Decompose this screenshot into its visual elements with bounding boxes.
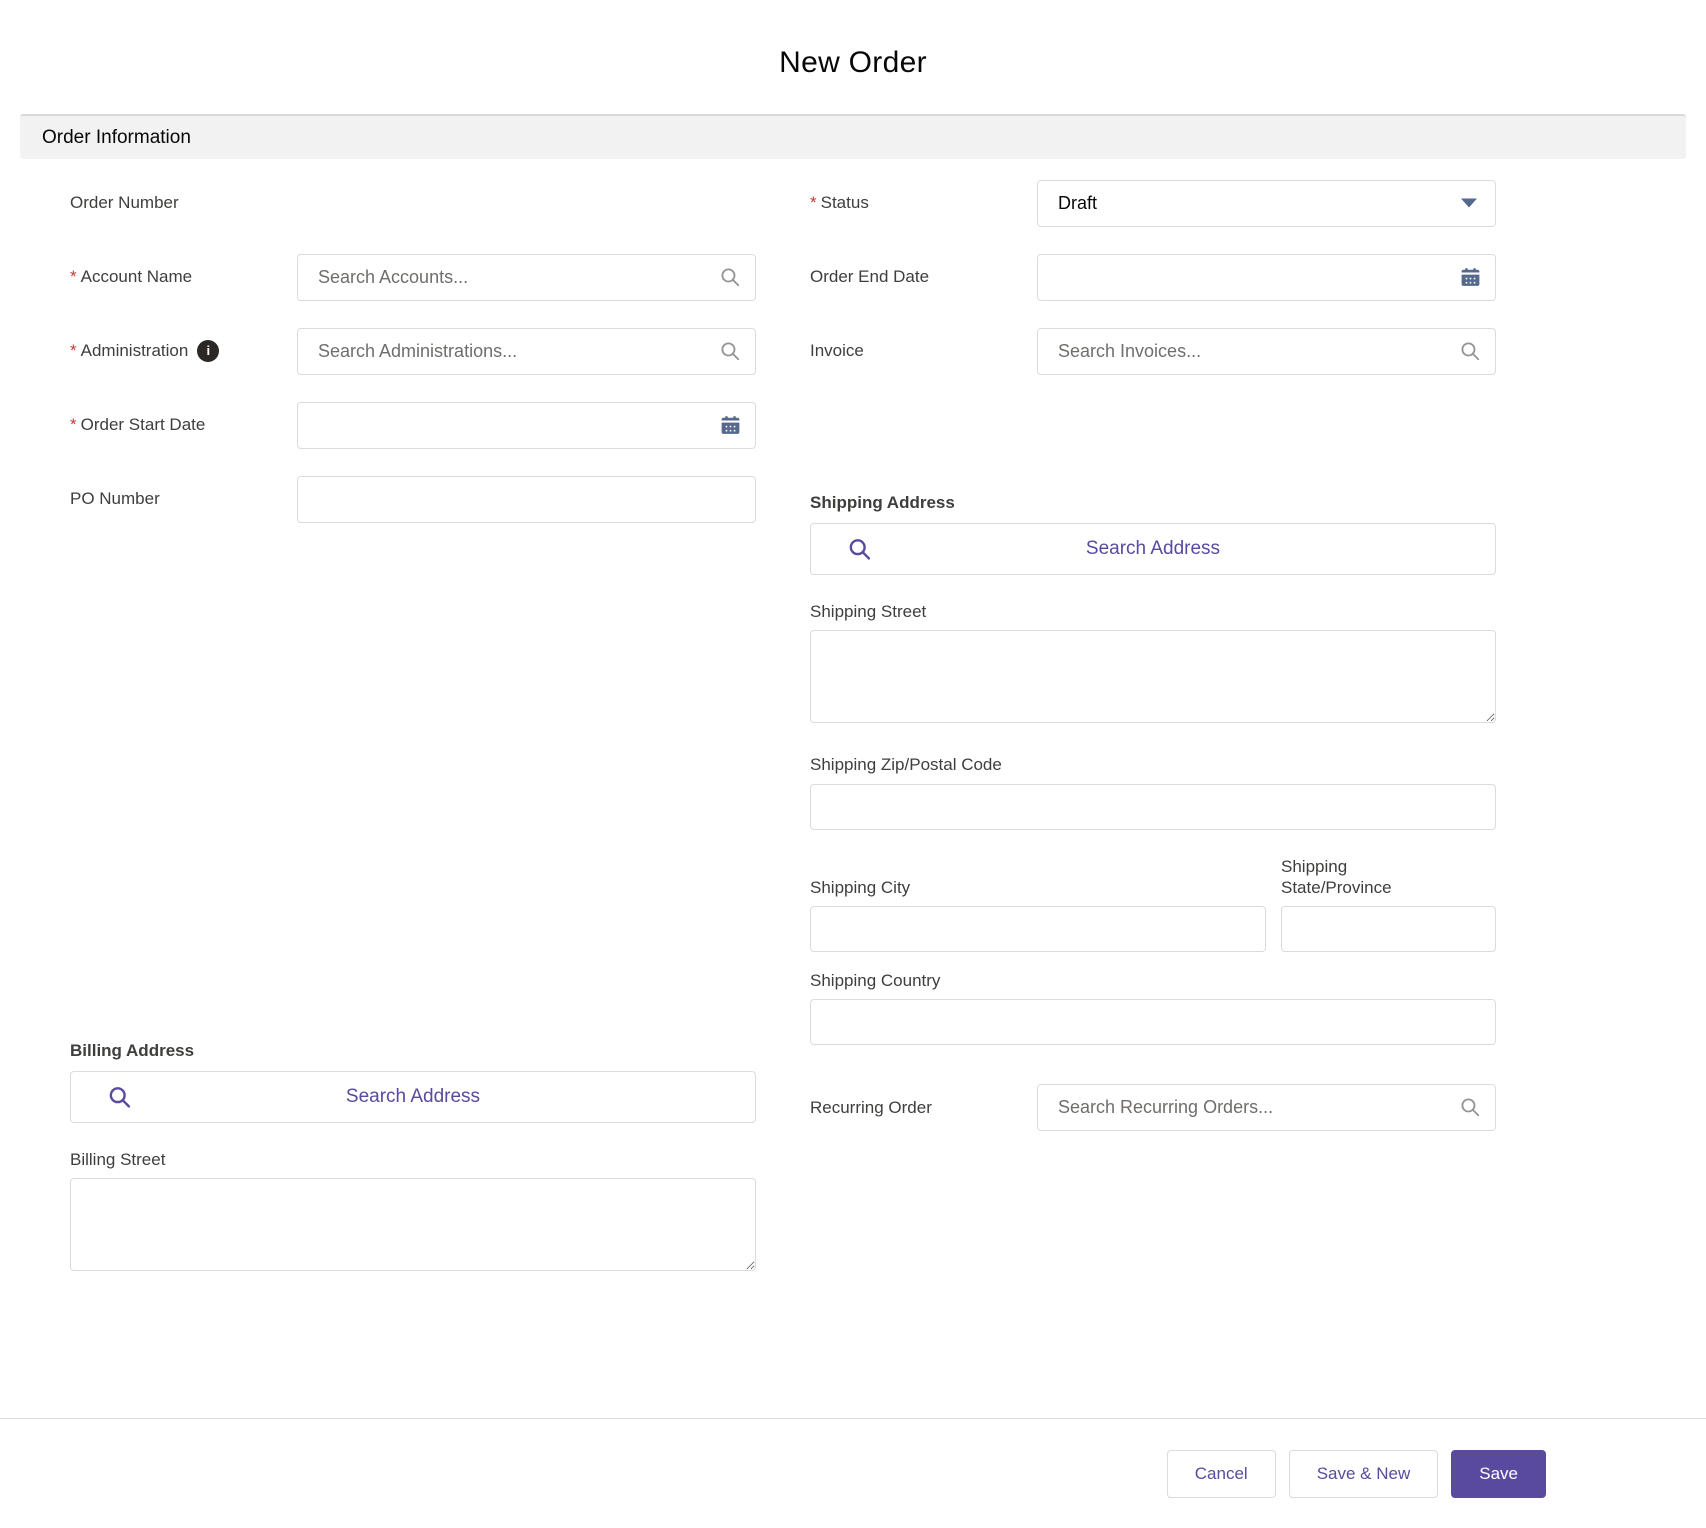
administration-control (297, 327, 756, 375)
shipping-zip-field: Shipping Zip/Postal Code (810, 754, 1496, 830)
billing-street-textarea[interactable] (70, 1178, 756, 1272)
billing-search-address-button[interactable]: Search Address (70, 1071, 756, 1123)
label-text: Order Number (70, 193, 179, 213)
recurring-order-label: Recurring Order (810, 1097, 1037, 1118)
section-header-order-information: Order Information (20, 114, 1686, 159)
order-start-date-control (297, 401, 756, 449)
shipping-state-field: Shipping State/Province (1281, 856, 1496, 952)
left-column: Order Number * Account Name Search Accou… (70, 179, 756, 1276)
invoice-row: Invoice (810, 327, 1496, 375)
status-selected-value: Draft (1058, 192, 1098, 213)
shipping-country-field: Shipping Country (810, 970, 1496, 1046)
label-text: Invoice (810, 341, 864, 361)
po-number-row: PO Number (70, 475, 756, 523)
order-number-label: Order Number (70, 192, 297, 213)
invoice-control (1037, 327, 1496, 375)
required-asterisk: * (70, 267, 77, 287)
search-icon (107, 1085, 132, 1110)
po-number-control (297, 475, 756, 523)
shipping-zip-label: Shipping Zip/Postal Code (810, 755, 1002, 775)
account-name-lookup-input[interactable] (297, 253, 756, 301)
search-address-label: Search Address (345, 1086, 481, 1107)
status-control: Draft (1037, 179, 1496, 227)
order-end-date-input[interactable] (1037, 253, 1496, 301)
required-asterisk: * (70, 341, 77, 361)
administration-lookup-input[interactable] (297, 327, 756, 375)
recurring-order-control (1037, 1083, 1496, 1131)
billing-address-section: Billing Address Search Address Billing S… (70, 1041, 756, 1276)
label-text: PO Number (70, 489, 160, 509)
shipping-street-label: Shipping Street (810, 602, 927, 621)
search-address-label: Search Address (1085, 538, 1221, 559)
shipping-address-section: Shipping Address Search Address Shipping… (810, 493, 1496, 1046)
order-end-date-control (1037, 253, 1496, 301)
search-icon (847, 537, 872, 562)
shipping-country-input[interactable] (810, 999, 1496, 1046)
save-button[interactable]: Save (1451, 1449, 1546, 1498)
shipping-city-input[interactable] (810, 906, 1266, 952)
label-text: Account Name (80, 267, 193, 287)
po-number-input[interactable] (297, 475, 756, 523)
right-column: * Status Draft Order End Date Invoice Se… (810, 179, 1496, 1131)
label-text: Order Start Date (80, 415, 206, 435)
shipping-city-state-row: Shipping City Shipping State/Province (810, 856, 1496, 952)
shipping-address-heading: Shipping Address (810, 493, 955, 512)
page-title: New Order (779, 46, 927, 79)
shipping-street-textarea[interactable] (810, 630, 1496, 724)
order-end-date-row: Order End Date (810, 253, 1496, 301)
required-asterisk: * (70, 415, 77, 435)
modal-footer: Cancel Save & New Save (0, 1418, 1706, 1528)
label-text: Recurring Order (810, 1097, 932, 1117)
shipping-search-address-button[interactable]: Search Address (810, 523, 1496, 575)
shipping-zip-input[interactable] (810, 783, 1496, 830)
order-end-date-label: Order End Date (810, 266, 1037, 287)
save-and-new-button[interactable]: Save & New (1288, 1449, 1439, 1498)
shipping-city-label: Shipping City (810, 877, 911, 897)
shipping-state-input[interactable] (1281, 906, 1496, 952)
shipping-city-field: Shipping City (810, 877, 1266, 952)
shipping-country-label: Shipping Country (810, 971, 941, 990)
billing-street-label: Billing Street (70, 1150, 166, 1169)
form-body: Order Number * Account Name Search Accou… (0, 159, 1706, 1276)
status-row: * Status Draft (810, 179, 1496, 227)
account-name-control (297, 253, 756, 301)
invoice-label: Invoice (810, 340, 1037, 361)
cancel-button[interactable]: Cancel (1166, 1449, 1276, 1498)
invoice-lookup-input[interactable] (1037, 327, 1496, 375)
administration-row: * Administration i (70, 327, 756, 375)
status-label: * Status (810, 192, 1037, 213)
order-start-date-label: * Order Start Date (70, 414, 297, 435)
label-text: Status (820, 193, 869, 213)
order-start-date-input[interactable] (297, 401, 756, 449)
required-asterisk: * (810, 193, 817, 213)
po-number-label: PO Number (70, 488, 297, 509)
account-name-row: * Account Name (70, 253, 756, 301)
label-text: Order End Date (810, 267, 930, 287)
info-icon[interactable]: i (197, 340, 220, 362)
shipping-street-field: Shipping Street (810, 601, 1496, 728)
status-select[interactable]: Draft (1037, 179, 1496, 227)
chevron-down-icon (1461, 198, 1477, 208)
section-title: Order Information (42, 126, 191, 148)
recurring-order-lookup-input[interactable] (1037, 1083, 1496, 1131)
administration-label: * Administration i (70, 340, 297, 362)
order-start-date-row: * Order Start Date (70, 401, 756, 449)
billing-street-field: Billing Street (70, 1149, 756, 1276)
new-order-modal: New Order Order Information Order Number… (0, 0, 1706, 1528)
order-number-row: Order Number (70, 179, 756, 227)
account-name-label: * Account Name (70, 266, 297, 287)
recurring-order-row: Recurring Order (810, 1083, 1496, 1131)
label-text: Administration (80, 341, 189, 361)
billing-address-heading: Billing Address (70, 1041, 195, 1060)
shipping-state-label: Shipping State/Province (1281, 856, 1392, 897)
